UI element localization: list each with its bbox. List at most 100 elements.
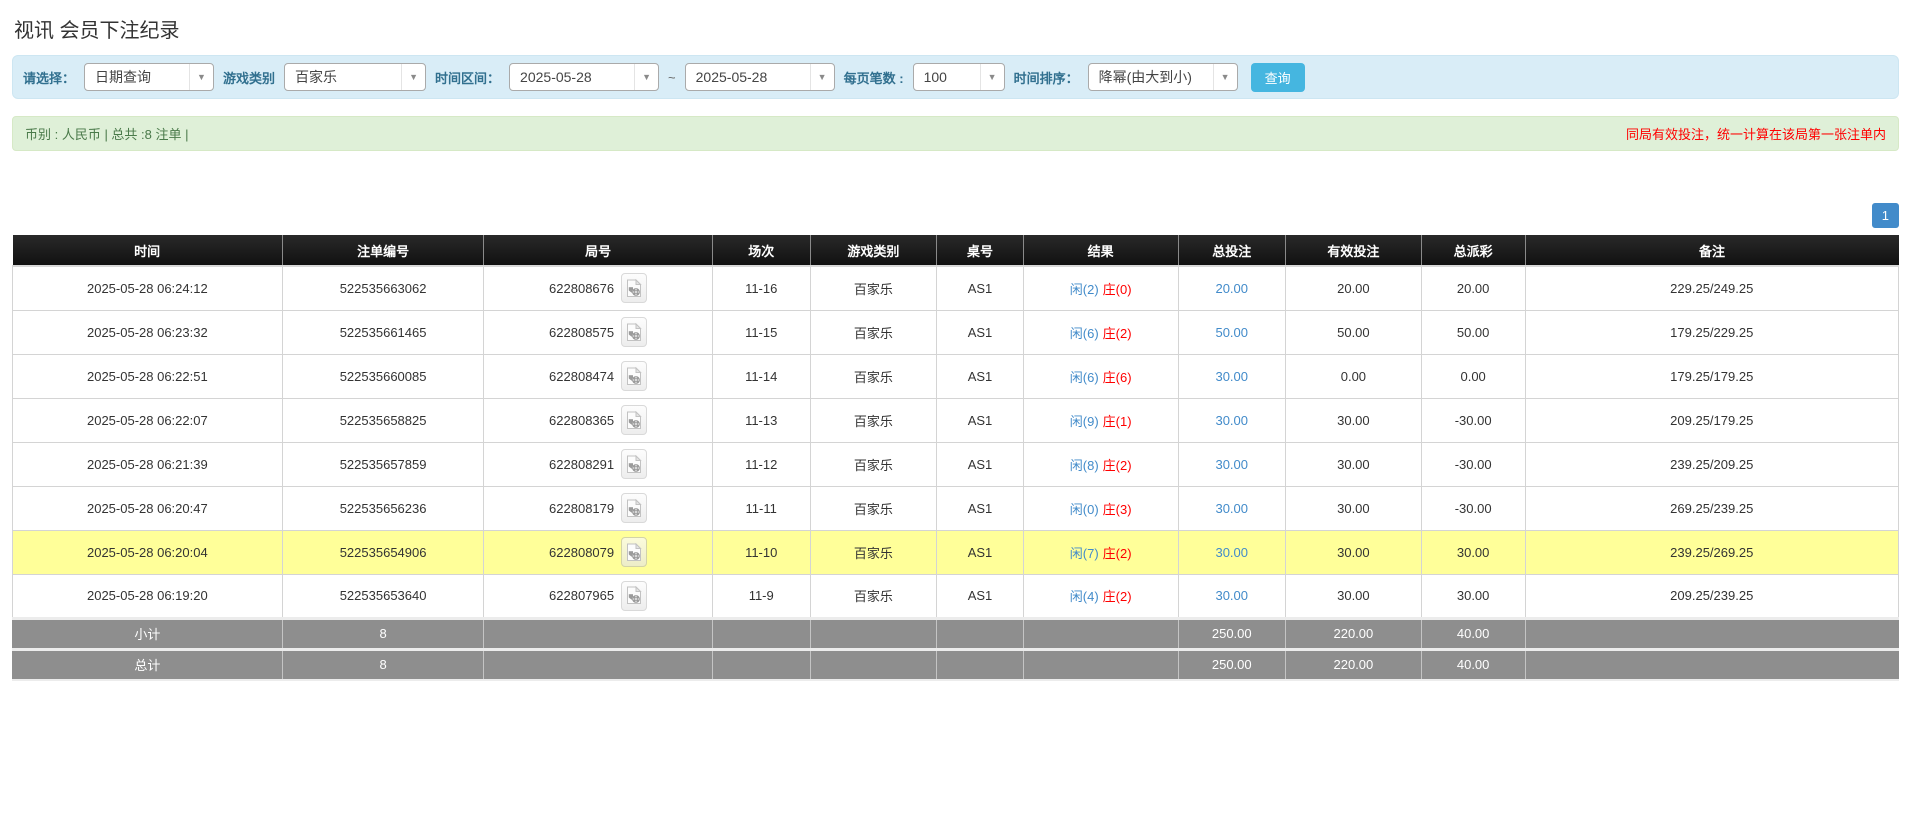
payout-cell: -30.00 [1421,442,1525,486]
result-banker: 庄(2) [1103,326,1132,341]
video-file-icon[interactable] [621,405,647,435]
time-cell: 2025-05-28 06:20:47 [13,486,283,530]
time-cell: 2025-05-28 06:21:39 [13,442,283,486]
bet-id-cell: 522535658825 [282,398,484,442]
chevron-down-icon: ▼ [401,64,425,90]
payout-cell: 20.00 [1421,266,1525,310]
round-id-cell: 622808291 [484,442,712,486]
session-cell: 11-9 [712,574,810,618]
result-cell: 闲(2)庄(0) [1023,266,1178,310]
video-file-icon[interactable] [621,493,647,523]
time-sort-select[interactable]: 降幂(由大到小) ▼ [1088,63,1238,91]
time-cell: 2025-05-28 06:24:12 [13,266,283,310]
bet-records-table: 时间 注单编号 局号 场次 游戏类别 桌号 结果 总投注 有效投注 总派彩 备注… [12,235,1899,681]
total-bet-link[interactable]: 30.00 [1215,501,1248,516]
round-id-cell: 622808079 [484,530,712,574]
video-file-icon[interactable] [621,317,647,347]
time-sort-value: 降幂(由大到小) [1099,67,1192,87]
total-bet-link[interactable]: 30.00 [1215,588,1248,603]
valid-bet-cell: 50.00 [1286,310,1422,354]
video-file-icon[interactable] [621,581,647,611]
game-cell: 百家乐 [810,310,936,354]
total-bet-cell: 30.00 [1178,530,1286,574]
payout-cell: 30.00 [1421,574,1525,618]
date-to-select[interactable]: 2025-05-28 ▼ [685,63,835,91]
video-file-icon[interactable] [621,273,647,303]
round-id-value: 622808474 [549,369,614,384]
remark-cell: 229.25/249.25 [1525,266,1899,310]
table-no-cell: AS1 [937,574,1024,618]
chevron-down-icon: ▼ [1213,64,1237,90]
grand-total-empty-cell [810,649,936,680]
round-id-cell: 622808365 [484,398,712,442]
col-header-payout: 总派彩 [1421,235,1525,266]
bet-id-cell: 522535657859 [282,442,484,486]
col-header-valid-bet: 有效投注 [1286,235,1422,266]
result-banker: 庄(1) [1103,414,1132,429]
session-cell: 11-16 [712,266,810,310]
result-player: 闲(7) [1070,546,1099,561]
result-cell: 闲(6) 庄(2) [1023,310,1178,354]
search-button[interactable]: 查询 [1251,63,1305,92]
filter-bar: 请选择： 日期查询 ▼ 游戏类别 百家乐 ▼ 时间区间： 2025-05-28 … [12,55,1899,99]
col-header-session: 场次 [712,235,810,266]
page-1-button[interactable]: 1 [1872,203,1899,228]
time-cell: 2025-05-28 06:19:20 [13,574,283,618]
col-header-remark: 备注 [1525,235,1899,266]
valid-bet-cell: 30.00 [1286,574,1422,618]
grand-total-count: 8 [282,649,484,680]
result-player: 闲(6) [1070,326,1099,341]
total-bet-cell: 30.00 [1178,442,1286,486]
table-row: 2025-05-28 06:24:12 522535663062 6228086… [13,266,1899,310]
round-id-value: 622808365 [549,413,614,428]
total-bet-link[interactable]: 30.00 [1215,457,1248,472]
video-file-icon[interactable] [621,537,647,567]
result-cell: 闲(4)庄(2) [1023,574,1178,618]
page-title: 视讯 会员下注纪录 [14,14,1899,43]
round-id-cell: 622808474 [484,354,712,398]
chevron-down-icon: ▼ [810,64,834,90]
subtotal-payout: 40.00 [1421,618,1525,649]
grand-total-empty-cell [1525,649,1899,680]
video-file-icon[interactable] [621,449,647,479]
table-no-cell: AS1 [937,486,1024,530]
page-size-value: 100 [924,69,947,85]
round-id-value: 622808079 [549,545,614,560]
game-category-select[interactable]: 百家乐 ▼ [284,63,426,91]
bet-id-cell: 522535656236 [282,486,484,530]
round-id-cell: 622807965 [484,574,712,618]
result-banker: 庄(6) [1103,370,1132,385]
total-bet-cell: 30.00 [1178,486,1286,530]
result-banker: 庄(2) [1103,546,1132,561]
page-size-select[interactable]: 100 ▼ [913,63,1005,91]
query-type-select[interactable]: 日期查询 ▼ [84,63,214,91]
valid-bet-cell: 0.00 [1286,354,1422,398]
video-file-icon[interactable] [621,361,647,391]
time-range-label: 时间区间： [435,68,500,87]
total-bet-link[interactable]: 50.00 [1215,325,1248,340]
total-bet-cell: 30.00 [1178,398,1286,442]
date-from-select[interactable]: 2025-05-28 ▼ [509,63,659,91]
col-header-game: 游戏类别 [810,235,936,266]
payout-cell: 50.00 [1421,310,1525,354]
date-range-separator: ~ [668,70,676,85]
valid-bet-cell: 30.00 [1286,398,1422,442]
subtotal-valid-bet: 220.00 [1286,618,1422,649]
table-row: 2025-05-28 06:20:47 522535656236 6228081… [13,486,1899,530]
total-bet-link[interactable]: 30.00 [1215,413,1248,428]
game-cell: 百家乐 [810,398,936,442]
grand-total-empty-cell [1023,649,1178,680]
bet-id-cell: 522535663062 [282,266,484,310]
session-cell: 11-11 [712,486,810,530]
page: 视讯 会员下注纪录 请选择： 日期查询 ▼ 游戏类别 百家乐 ▼ 时间区间： 2… [0,14,1911,681]
subtotal-total-bet: 250.00 [1178,618,1286,649]
total-bet-link[interactable]: 30.00 [1215,369,1248,384]
session-cell: 11-10 [712,530,810,574]
date-from-value: 2025-05-28 [520,69,592,85]
total-bet-link[interactable]: 20.00 [1215,281,1248,296]
bet-id-cell: 522535654906 [282,530,484,574]
session-cell: 11-12 [712,442,810,486]
session-cell: 11-13 [712,398,810,442]
total-bet-link[interactable]: 30.00 [1215,545,1248,560]
grand-total-empty-cell [712,649,810,680]
